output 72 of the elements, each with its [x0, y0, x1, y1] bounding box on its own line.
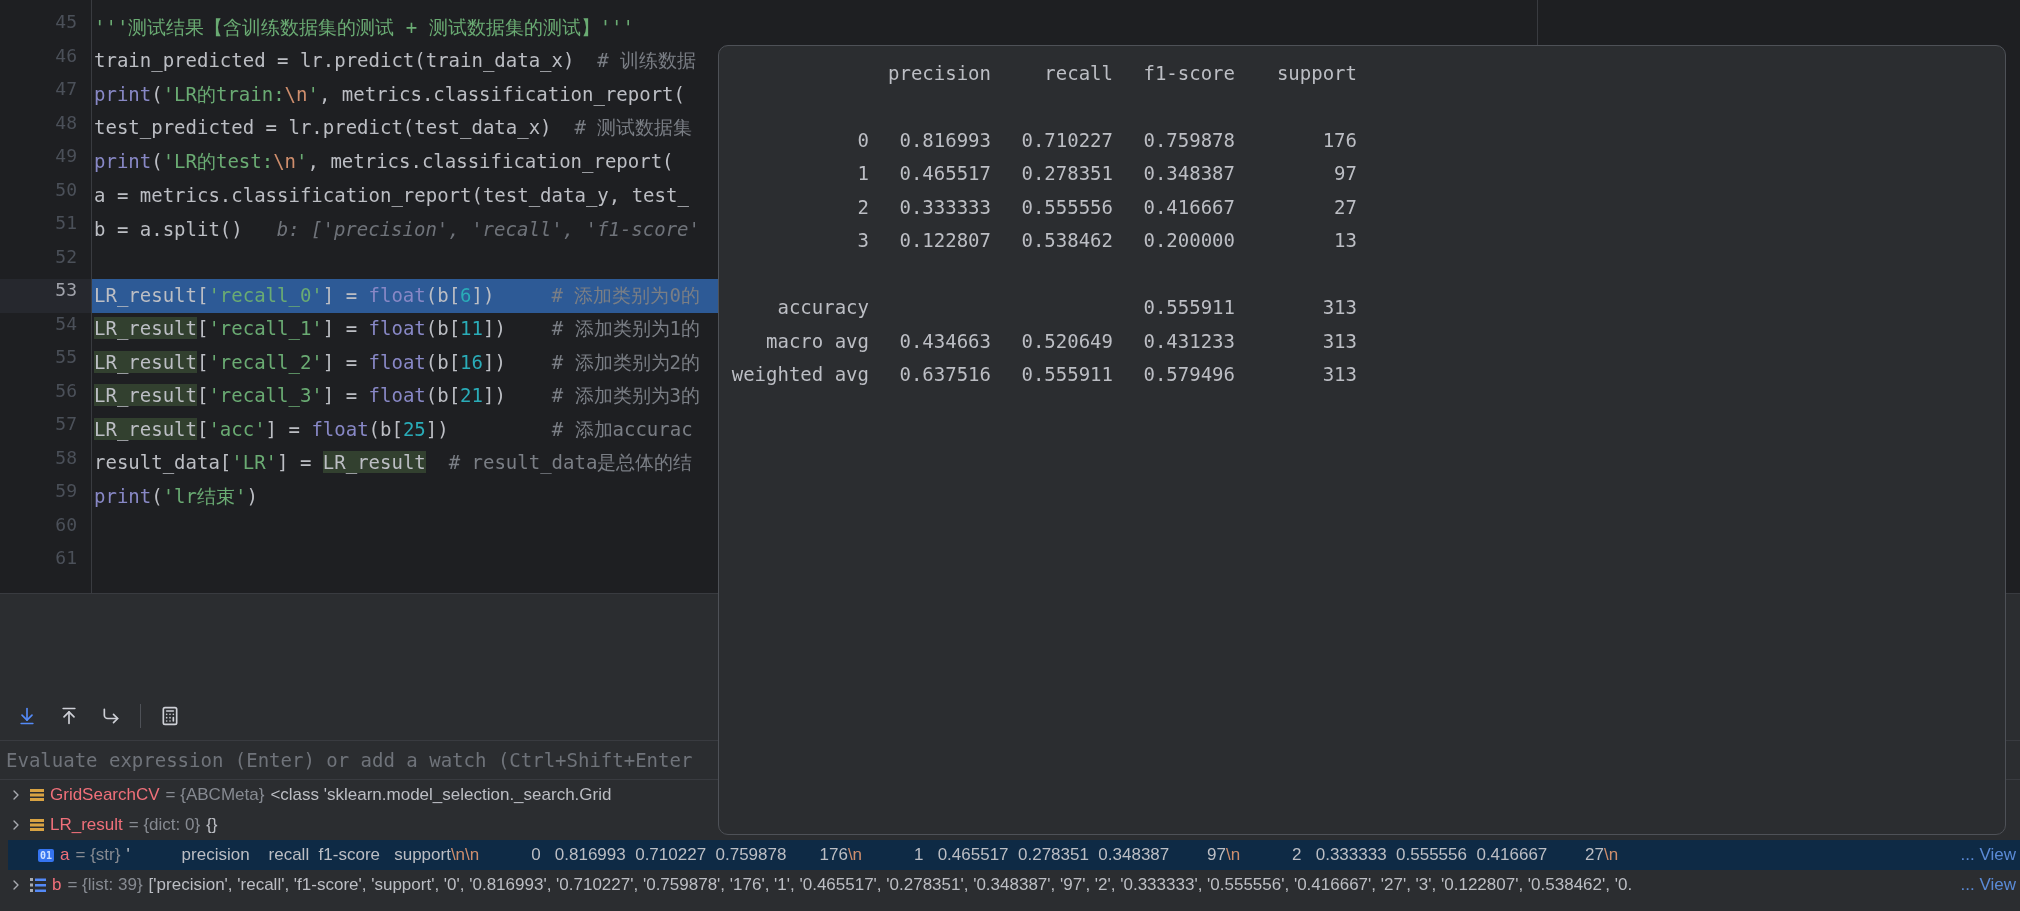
- table-cell-text: 27: [1333, 195, 1357, 218]
- variable-type: = {str}: [75, 845, 121, 865]
- variable-value: ['precision', 'recall', 'f1-score', 'support', '0', '0.816993', '0.710227', '0.759878', '176', '1', '0.465517', '0.278351', '0.348387', '97', '2', '0.333333', '0.555556', '0.416667', '27', '3', '0.122807', '0.538462', '0.: [148, 875, 1634, 895]
- table-cell-text: 0.434663: [898, 329, 991, 352]
- code-line: LR_result['recall_3'] = float(b[21]) # 添加类别为3的: [94, 383, 700, 409]
- table-cell-text: 313: [1321, 329, 1357, 352]
- table-cell-text: 0.538462: [1020, 229, 1113, 252]
- table-cell-text: 0.637516: [898, 363, 991, 386]
- row-label: 1: [856, 162, 869, 185]
- variable-name: GridSearchCV: [50, 785, 160, 805]
- column-header: precision: [887, 61, 991, 84]
- variable-value: {}: [206, 815, 219, 835]
- table-cell-text: 0.555911: [1142, 296, 1235, 319]
- stack-icon: [30, 818, 44, 832]
- row-label: weighted avg: [730, 363, 869, 386]
- code-line: result_data['LR'] = LR_result # result_data是总体的结: [94, 450, 693, 476]
- table-cell-text: 0.816993: [898, 128, 991, 151]
- table-cell-text: 313: [1321, 296, 1357, 319]
- table-cell-text: 0.520649: [1020, 329, 1113, 352]
- variable-value: ' precision recall f1-score support\n\n 0 0.816993 0.710227 0.759878 176\n 1 0.465517 0.278351 0.348387 97\n 2 0.333333 0.555556 0.416667 27\n: [126, 845, 1620, 865]
- table-cell-text: 0.555911: [1020, 363, 1113, 386]
- stack-icon: [30, 788, 44, 802]
- view-link[interactable]: ... View: [1960, 875, 2020, 895]
- variable-type: = {dict: 0}: [128, 815, 201, 835]
- code-line: LR_result['recall_1'] = float(b[11]) # 添加类别为1的: [94, 316, 700, 342]
- code-line: LR_result['recall_2'] = float(b[16]) # 添加类别为2的: [94, 349, 700, 376]
- code-line: test_predicted = lr.predict(test_data_x) # 测试数据集: [94, 115, 693, 141]
- variable-name: b: [52, 875, 62, 895]
- table-cell-text: 176: [1321, 128, 1357, 151]
- code-line: train_predicted = lr.predict(train_data_x) # 训练数据: [94, 48, 697, 74]
- row-label: macro avg: [765, 329, 869, 352]
- inline-hint: b: ['precision', 'recall', 'f1-score': [276, 217, 700, 240]
- variable-name: LR_result: [50, 815, 123, 835]
- table-cell-text: 0.710227: [1020, 128, 1113, 151]
- variable-type: = {ABCMeta}: [165, 785, 265, 805]
- code-line: print('LR的train:\n', metrics.classification_report(: [94, 81, 685, 108]
- table-cell-text: 0.278351: [1020, 162, 1113, 185]
- code-line: LR_result['recall_0'] = float(b[6]) # 添加类别为0的: [94, 282, 700, 309]
- table-cell-text: 13: [1333, 229, 1357, 252]
- selected-variable-row[interactable]: 01 a = {str} ' precision recall f1-score support\n\n 0 0.816993 0.710227 0.759878 176\n 1 0.465517 0.278351 0.348387 97\n 2 0.333333 0.555556 0.416667 27\n ... View: [8, 840, 2020, 870]
- view-link[interactable]: ... View: [1960, 845, 2020, 865]
- code-line: '''测试结果【含训练数据集的测试 + 测试数据集的测试】''': [94, 14, 634, 40]
- code-line: b = a.split(): [94, 217, 243, 240]
- code-line: a = metrics.classification_report(test_data_y, test_: [94, 184, 689, 207]
- table-cell-text: 0.431233: [1142, 329, 1235, 352]
- table-cell-text: 97: [1333, 162, 1357, 185]
- code-line: print('LR的test:\n', metrics.classification_report(: [94, 148, 674, 175]
- column-header: support: [1275, 61, 1357, 84]
- table-cell-text: 0.759878: [1142, 128, 1235, 151]
- variable-name: a: [60, 845, 70, 865]
- table-cell-text: 0.333333: [898, 195, 991, 218]
- code-line: LR_result['acc'] = float(b[25]) # 添加accurac: [94, 416, 693, 443]
- row-label: accuracy: [776, 296, 869, 319]
- line-number: 53: [0, 279, 91, 313]
- variable-value: <class 'sklearn.model_selection._search.Grid: [270, 785, 613, 805]
- row-label: 0: [856, 128, 869, 151]
- list-icon: [30, 877, 46, 893]
- table-cell-text: 0.465517: [898, 162, 991, 185]
- type-badge: 01: [38, 848, 55, 862]
- table-cell-text: 0.348387: [1142, 162, 1235, 185]
- table-cell-text: 0.416667: [1142, 195, 1235, 218]
- code-line: print('lr结束'): [94, 483, 258, 509]
- variable-type: = {list: 39}: [67, 875, 143, 895]
- row-label: 3: [856, 229, 869, 252]
- table-cell-text: 0.555556: [1020, 195, 1113, 218]
- table-cell-text: 0.200000: [1142, 229, 1235, 252]
- row-label: 2: [856, 195, 869, 218]
- table-cell-text: 0.122807: [898, 229, 991, 252]
- column-header: f1-score: [1142, 61, 1235, 84]
- column-header: recall: [1043, 61, 1113, 84]
- table-cell-text: 0.579496: [1142, 363, 1235, 386]
- table-cell-text: 313: [1321, 363, 1357, 386]
